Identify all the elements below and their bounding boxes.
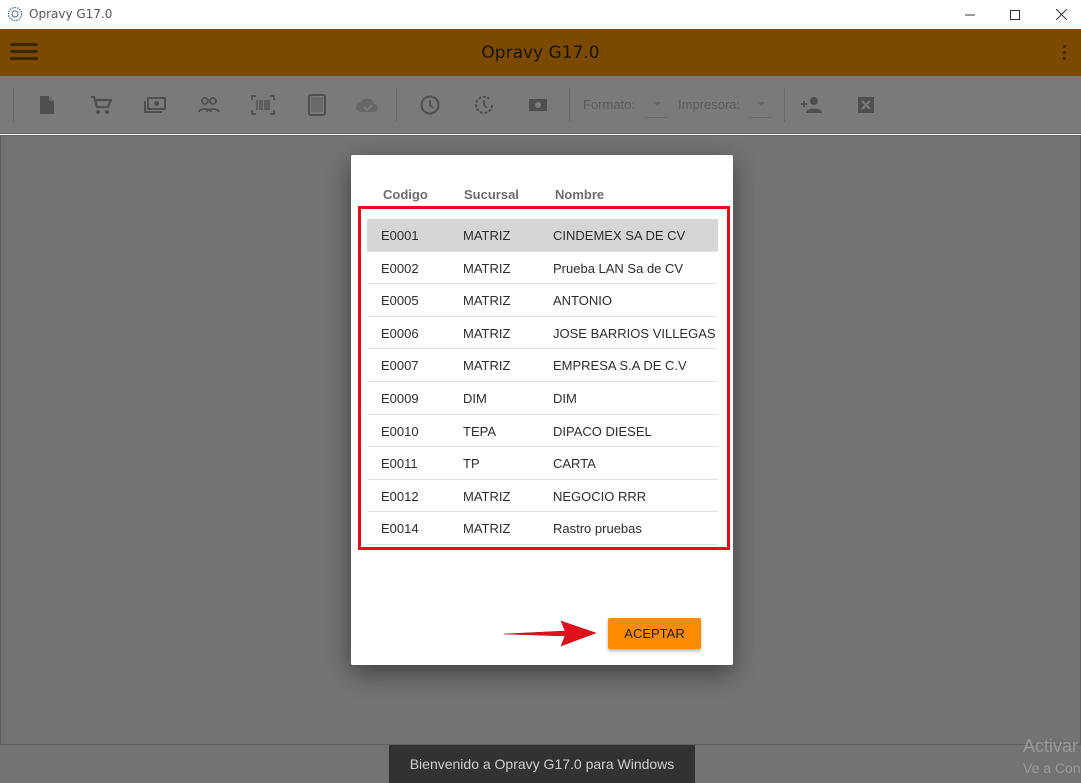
close-window-button[interactable] <box>1038 0 1081 29</box>
cloud-off-icon[interactable] <box>354 93 380 117</box>
close-box-icon[interactable] <box>853 93 879 117</box>
minimize-button[interactable] <box>947 0 993 29</box>
more-vert-icon[interactable] <box>1063 45 1067 61</box>
maximize-icon <box>1010 9 1020 20</box>
activation-watermark-subtitle: Ve a Con <box>1023 760 1081 776</box>
minimize-icon <box>965 14 975 15</box>
column-header-codigo: Codigo <box>383 187 428 202</box>
company-select-dialog: Codigo Sucursal Nombre E0001 MATRIZ CIND… <box>351 155 733 665</box>
welcome-snackbar: Bienvenido a Opravy G17.0 para Windows <box>389 745 695 783</box>
snackbar-message: Bienvenido a Opravy G17.0 para Windows <box>409 756 675 772</box>
activation-watermark-title: Activar <box>1023 736 1079 756</box>
column-header-sucursal: Sucursal <box>464 187 519 202</box>
barcode-icon[interactable] <box>250 93 276 117</box>
column-header-nombre: Nombre <box>555 187 605 202</box>
cart-icon[interactable] <box>88 93 114 117</box>
accept-button[interactable]: ACEPTAR <box>608 618 701 649</box>
app-logo-icon <box>7 6 23 22</box>
window-titlebar: Opravy G17.0 <box>0 0 1081 29</box>
format-label: Formato: <box>583 97 636 112</box>
cash-icon[interactable] <box>142 93 168 117</box>
person-add-icon[interactable] <box>799 93 825 117</box>
close-icon <box>1055 9 1067 20</box>
highlight-annotation <box>358 206 730 550</box>
toolbar: Formato: Impresora: <box>0 76 1081 134</box>
money-icon[interactable] <box>525 93 551 117</box>
clock-icon[interactable] <box>417 93 443 117</box>
tablet-icon[interactable] <box>304 93 330 117</box>
arrow-right-icon <box>503 620 597 647</box>
document-icon[interactable] <box>34 93 60 117</box>
history-icon[interactable] <box>471 93 497 117</box>
printer-label: Impresora: <box>678 97 741 112</box>
maximize-button[interactable] <box>992 0 1038 29</box>
window-title: Opravy G17.0 <box>29 7 113 21</box>
app-title: Opravy G17.0 <box>481 43 600 63</box>
printer-select[interactable] <box>750 92 772 118</box>
app-bar: Opravy G17.0 <box>0 29 1081 76</box>
format-select[interactable] <box>646 92 668 118</box>
table-header: Codigo Sucursal Nombre <box>351 155 733 205</box>
people-icon[interactable] <box>196 93 222 117</box>
